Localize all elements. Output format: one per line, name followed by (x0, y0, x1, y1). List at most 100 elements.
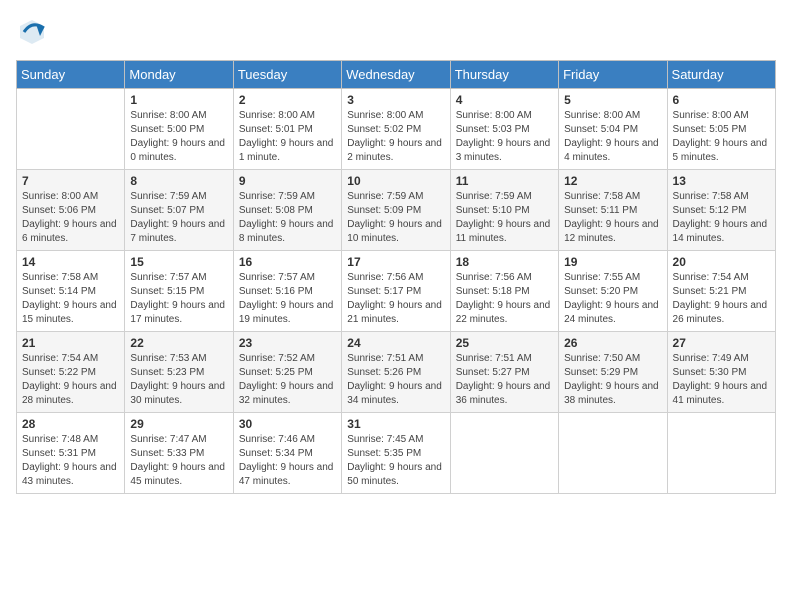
day-detail: Sunrise: 7:57 AMSunset: 5:16 PMDaylight:… (239, 272, 334, 325)
day-detail: Sunrise: 7:57 AMSunset: 5:15 PMDaylight:… (130, 272, 225, 325)
day-number: 31 (347, 417, 444, 431)
day-number: 7 (22, 174, 119, 188)
day-detail: Sunrise: 7:54 AMSunset: 5:21 PMDaylight:… (673, 272, 768, 325)
day-detail: Sunrise: 8:00 AMSunset: 5:04 PMDaylight:… (564, 110, 659, 163)
header-friday: Friday (559, 61, 667, 89)
day-number: 11 (456, 174, 553, 188)
day-number: 2 (239, 93, 336, 107)
calendar-cell: 28 Sunrise: 7:48 AMSunset: 5:31 PMDaylig… (17, 413, 125, 494)
calendar-cell: 4 Sunrise: 8:00 AMSunset: 5:03 PMDayligh… (450, 89, 558, 170)
day-number: 16 (239, 255, 336, 269)
day-number: 12 (564, 174, 661, 188)
day-detail: Sunrise: 7:54 AMSunset: 5:22 PMDaylight:… (22, 353, 117, 406)
day-detail: Sunrise: 7:47 AMSunset: 5:33 PMDaylight:… (130, 434, 225, 487)
header-saturday: Saturday (667, 61, 775, 89)
day-number: 30 (239, 417, 336, 431)
calendar-cell: 24 Sunrise: 7:51 AMSunset: 5:26 PMDaylig… (342, 332, 450, 413)
day-number: 9 (239, 174, 336, 188)
day-number: 5 (564, 93, 661, 107)
calendar-cell: 11 Sunrise: 7:59 AMSunset: 5:10 PMDaylig… (450, 170, 558, 251)
day-detail: Sunrise: 7:46 AMSunset: 5:34 PMDaylight:… (239, 434, 334, 487)
calendar-cell: 15 Sunrise: 7:57 AMSunset: 5:15 PMDaylig… (125, 251, 233, 332)
calendar-cell: 8 Sunrise: 7:59 AMSunset: 5:07 PMDayligh… (125, 170, 233, 251)
day-number: 21 (22, 336, 119, 350)
calendar-cell: 12 Sunrise: 7:58 AMSunset: 5:11 PMDaylig… (559, 170, 667, 251)
header-wednesday: Wednesday (342, 61, 450, 89)
day-number: 3 (347, 93, 444, 107)
day-number: 26 (564, 336, 661, 350)
calendar-cell: 26 Sunrise: 7:50 AMSunset: 5:29 PMDaylig… (559, 332, 667, 413)
calendar-week-3: 14 Sunrise: 7:58 AMSunset: 5:14 PMDaylig… (17, 251, 776, 332)
day-number: 13 (673, 174, 770, 188)
calendar-cell: 9 Sunrise: 7:59 AMSunset: 5:08 PMDayligh… (233, 170, 341, 251)
day-detail: Sunrise: 8:00 AMSunset: 5:02 PMDaylight:… (347, 110, 442, 163)
calendar-cell: 16 Sunrise: 7:57 AMSunset: 5:16 PMDaylig… (233, 251, 341, 332)
calendar-cell: 27 Sunrise: 7:49 AMSunset: 5:30 PMDaylig… (667, 332, 775, 413)
day-detail: Sunrise: 7:55 AMSunset: 5:20 PMDaylight:… (564, 272, 659, 325)
calendar-cell: 23 Sunrise: 7:52 AMSunset: 5:25 PMDaylig… (233, 332, 341, 413)
calendar-cell: 21 Sunrise: 7:54 AMSunset: 5:22 PMDaylig… (17, 332, 125, 413)
calendar-cell (667, 413, 775, 494)
calendar-cell: 30 Sunrise: 7:46 AMSunset: 5:34 PMDaylig… (233, 413, 341, 494)
calendar-cell: 17 Sunrise: 7:56 AMSunset: 5:17 PMDaylig… (342, 251, 450, 332)
calendar-cell: 20 Sunrise: 7:54 AMSunset: 5:21 PMDaylig… (667, 251, 775, 332)
day-detail: Sunrise: 8:00 AMSunset: 5:03 PMDaylight:… (456, 110, 551, 163)
calendar-cell: 19 Sunrise: 7:55 AMSunset: 5:20 PMDaylig… (559, 251, 667, 332)
calendar-cell: 14 Sunrise: 7:58 AMSunset: 5:14 PMDaylig… (17, 251, 125, 332)
day-number: 18 (456, 255, 553, 269)
calendar-cell: 13 Sunrise: 7:58 AMSunset: 5:12 PMDaylig… (667, 170, 775, 251)
day-number: 22 (130, 336, 227, 350)
header-sunday: Sunday (17, 61, 125, 89)
day-detail: Sunrise: 7:58 AMSunset: 5:14 PMDaylight:… (22, 272, 117, 325)
calendar-cell: 31 Sunrise: 7:45 AMSunset: 5:35 PMDaylig… (342, 413, 450, 494)
day-number: 4 (456, 93, 553, 107)
day-number: 14 (22, 255, 119, 269)
day-number: 10 (347, 174, 444, 188)
day-detail: Sunrise: 7:51 AMSunset: 5:26 PMDaylight:… (347, 353, 442, 406)
day-detail: Sunrise: 7:45 AMSunset: 5:35 PMDaylight:… (347, 434, 442, 487)
day-number: 24 (347, 336, 444, 350)
header-monday: Monday (125, 61, 233, 89)
day-detail: Sunrise: 7:51 AMSunset: 5:27 PMDaylight:… (456, 353, 551, 406)
day-number: 20 (673, 255, 770, 269)
calendar-cell: 7 Sunrise: 8:00 AMSunset: 5:06 PMDayligh… (17, 170, 125, 251)
day-detail: Sunrise: 8:00 AMSunset: 5:00 PMDaylight:… (130, 110, 225, 163)
page-header (16, 16, 776, 48)
day-detail: Sunrise: 7:59 AMSunset: 5:10 PMDaylight:… (456, 191, 551, 244)
day-detail: Sunrise: 8:00 AMSunset: 5:05 PMDaylight:… (673, 110, 768, 163)
calendar-cell: 10 Sunrise: 7:59 AMSunset: 5:09 PMDaylig… (342, 170, 450, 251)
calendar-cell: 22 Sunrise: 7:53 AMSunset: 5:23 PMDaylig… (125, 332, 233, 413)
day-number: 29 (130, 417, 227, 431)
calendar-cell (17, 89, 125, 170)
day-detail: Sunrise: 7:49 AMSunset: 5:30 PMDaylight:… (673, 353, 768, 406)
day-detail: Sunrise: 7:53 AMSunset: 5:23 PMDaylight:… (130, 353, 225, 406)
day-detail: Sunrise: 8:00 AMSunset: 5:06 PMDaylight:… (22, 191, 117, 244)
calendar-cell: 18 Sunrise: 7:56 AMSunset: 5:18 PMDaylig… (450, 251, 558, 332)
day-detail: Sunrise: 7:56 AMSunset: 5:18 PMDaylight:… (456, 272, 551, 325)
day-number: 15 (130, 255, 227, 269)
calendar-cell (559, 413, 667, 494)
calendar-cell: 3 Sunrise: 8:00 AMSunset: 5:02 PMDayligh… (342, 89, 450, 170)
day-detail: Sunrise: 7:59 AMSunset: 5:07 PMDaylight:… (130, 191, 225, 244)
day-detail: Sunrise: 7:59 AMSunset: 5:09 PMDaylight:… (347, 191, 442, 244)
logo (16, 16, 52, 48)
calendar-week-1: 1 Sunrise: 8:00 AMSunset: 5:00 PMDayligh… (17, 89, 776, 170)
calendar-week-5: 28 Sunrise: 7:48 AMSunset: 5:31 PMDaylig… (17, 413, 776, 494)
calendar-cell (450, 413, 558, 494)
day-number: 19 (564, 255, 661, 269)
calendar-cell: 6 Sunrise: 8:00 AMSunset: 5:05 PMDayligh… (667, 89, 775, 170)
calendar-cell: 1 Sunrise: 8:00 AMSunset: 5:00 PMDayligh… (125, 89, 233, 170)
day-number: 1 (130, 93, 227, 107)
day-detail: Sunrise: 7:58 AMSunset: 5:11 PMDaylight:… (564, 191, 659, 244)
calendar-week-4: 21 Sunrise: 7:54 AMSunset: 5:22 PMDaylig… (17, 332, 776, 413)
day-number: 27 (673, 336, 770, 350)
day-number: 28 (22, 417, 119, 431)
calendar-header-row: SundayMondayTuesdayWednesdayThursdayFrid… (17, 61, 776, 89)
logo-icon (16, 16, 48, 48)
day-detail: Sunrise: 7:56 AMSunset: 5:17 PMDaylight:… (347, 272, 442, 325)
day-detail: Sunrise: 7:59 AMSunset: 5:08 PMDaylight:… (239, 191, 334, 244)
header-tuesday: Tuesday (233, 61, 341, 89)
day-number: 6 (673, 93, 770, 107)
day-number: 25 (456, 336, 553, 350)
day-detail: Sunrise: 8:00 AMSunset: 5:01 PMDaylight:… (239, 110, 334, 163)
